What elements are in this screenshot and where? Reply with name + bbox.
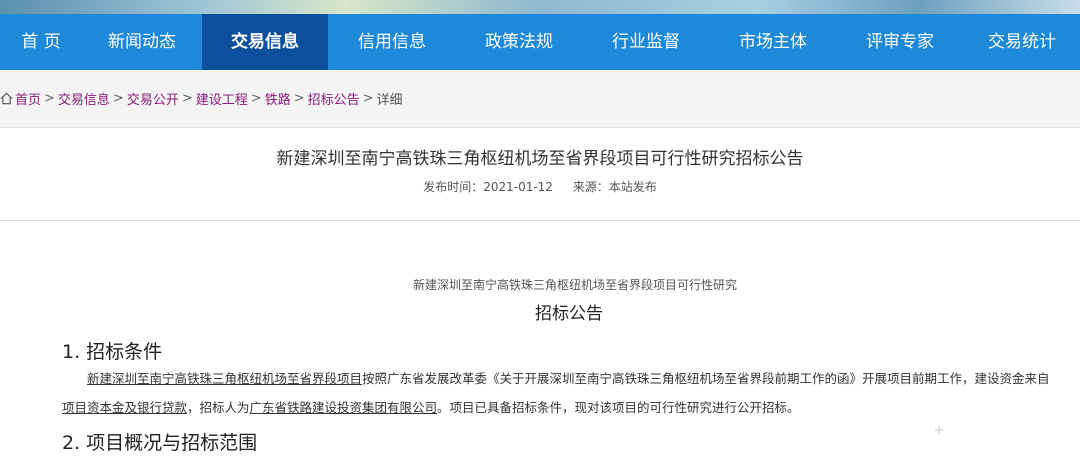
paragraph-line: 项目资本金及银行贷款，招标人为广东省铁路建设投资集团有限公司。项目已具备招标条件… (62, 397, 1080, 416)
main-nav: 首 页 新闻动态 交易信息 信用信息 政策法规 行业监督 市场主体 评审专家 交… (0, 14, 1080, 70)
paragraph-line: 新建深圳至南宁高铁珠三角枢纽机场至省界段项目按照广东省发展改革委《关于开展深圳至… (62, 368, 1080, 387)
nav-item-policy[interactable]: 政策法规 (456, 14, 582, 70)
breadcrumb-separator: > (44, 91, 55, 106)
breadcrumb-separator: > (181, 91, 193, 106)
breadcrumb-tender-notice[interactable]: 招标公告 (308, 89, 360, 108)
nav-item-supervision[interactable]: 行业监督 (582, 14, 710, 70)
section-heading-tender-conditions: 1. 招标条件 (62, 341, 163, 363)
nav-item-credit-info[interactable]: 信用信息 (328, 14, 456, 70)
breadcrumb-current: 详细 (376, 93, 403, 108)
page-title: 新建深圳至南宁高铁珠三角枢纽机场至省界段项目可行性研究招标公告 (276, 149, 804, 169)
tenderer-link[interactable]: 广东省铁路建设投资集团有限公司 (250, 400, 438, 415)
breadcrumb-separator: > (362, 91, 374, 106)
article-meta: 发布时间：2021-01-12 来源：本站发布 (0, 178, 1080, 195)
paragraph-text: ，招标人为 (187, 400, 250, 415)
header-banner (0, 0, 1080, 14)
breadcrumb: 首页 > 交易信息 > 交易公开 > 建设工程 > 铁路 > 招标公告 > 详细 (0, 89, 403, 108)
breadcrumb-bar: 首页 > 交易信息 > 交易公开 > 建设工程 > 铁路 > 招标公告 > 详细 (0, 70, 1080, 128)
breadcrumb-separator: > (112, 91, 124, 106)
breadcrumb-trade-public[interactable]: 交易公开 (127, 89, 179, 108)
breadcrumb-separator: > (293, 91, 305, 106)
nav-item-news[interactable]: 新闻动态 (82, 14, 202, 70)
breadcrumb-trade-info[interactable]: 交易信息 (58, 89, 110, 108)
nav-item-trade-info[interactable]: 交易信息 (202, 14, 328, 70)
nav-item-market-entity[interactable]: 市场主体 (710, 14, 836, 70)
document-subtitle: 新建深圳至南宁高铁珠三角枢纽机场至省界段项目可行性研究 (412, 278, 737, 292)
sparkle-icon (935, 426, 943, 434)
nav-item-statistics[interactable]: 交易统计 (964, 14, 1080, 70)
nav-item-experts[interactable]: 评审专家 (836, 14, 964, 70)
source-label: 来源：本站发布 (572, 180, 657, 194)
breadcrumb-railway[interactable]: 铁路 (265, 89, 291, 108)
document-title: 招标公告 (535, 304, 603, 324)
article-header: 新建深圳至南宁高铁珠三角枢纽机场至省界段项目可行性研究招标公告 发布时间：202… (0, 128, 1080, 221)
home-icon (0, 92, 13, 105)
breadcrumb-construction[interactable]: 建设工程 (196, 89, 248, 108)
project-name-link[interactable]: 新建深圳至南宁高铁珠三角枢纽机场至省界段项目 (87, 371, 362, 386)
nav-item-home[interactable]: 首 页 (0, 14, 82, 70)
publish-time: 发布时间：2021-01-12 (423, 180, 553, 194)
section-heading-project-overview: 2. 项目概况与招标范围 (62, 432, 258, 454)
paragraph-text: 按照广东省发展改革委《关于开展深圳至南宁高铁珠三角枢纽机场至省界段前期工作的函》… (362, 371, 1050, 386)
breadcrumb-home[interactable]: 首页 (15, 89, 41, 108)
funding-source-link[interactable]: 项目资本金及银行贷款 (62, 400, 187, 415)
paragraph-text: 。项目已具备招标条件，现对该项目的可行性研究进行公开招标。 (437, 400, 800, 415)
breadcrumb-separator: > (250, 91, 262, 106)
